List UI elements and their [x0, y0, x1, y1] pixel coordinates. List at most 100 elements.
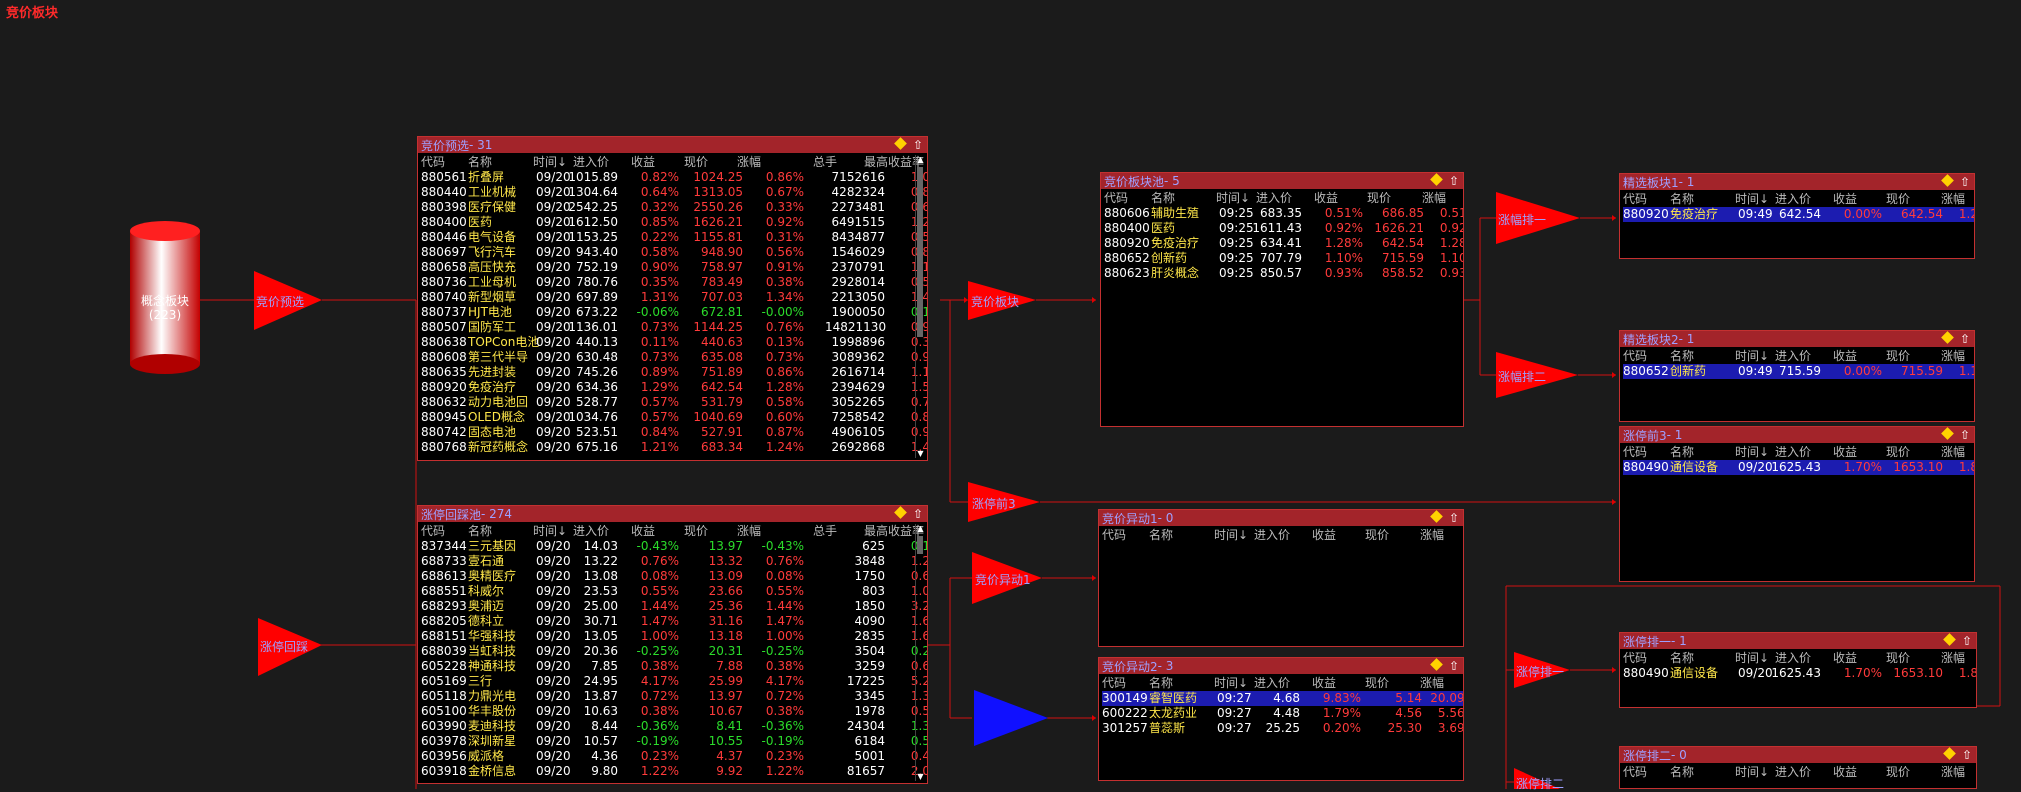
- table-row[interactable]: 880697 飞行汽车 09/20 943.40 0.58% 948.90 0.56% 154…: [421, 245, 927, 260]
- table-row[interactable]: 603956威派格09/204.360.23%4.370.23%50010.46…: [421, 749, 927, 764]
- column-header[interactable]: 名称: [1670, 765, 1694, 780]
- column-header[interactable]: 名称: [1670, 651, 1694, 666]
- scroll-up-icon[interactable]: ▲: [916, 524, 925, 533]
- column-header[interactable]: 涨幅: [737, 524, 761, 539]
- panel-ztfp[interactable]: 涨停回踩池 - 274 ⇧ 代码 名称 时间↓ 进入价 收益 现价 涨幅 总手 最高收益率 83734…: [417, 505, 928, 784]
- column-header[interactable]: 收益: [1833, 445, 1857, 460]
- pin-icon[interactable]: ⇧: [913, 506, 923, 522]
- column-header[interactable]: 总手: [813, 524, 837, 539]
- column-header[interactable]: 涨幅: [1941, 349, 1965, 364]
- column-header[interactable]: 名称: [1151, 191, 1175, 206]
- table-row[interactable]: 880606辅助生殖09:25683.350.51%686.850.51%: [1104, 206, 1463, 221]
- column-header[interactable]: 收益: [1833, 765, 1857, 780]
- table-row[interactable]: 603918 金桥信息 09/20 9.80 1.22% 9.92 1.22% 81657 2.…: [421, 764, 927, 779]
- table-row[interactable]: 301257普蕊斯09:2725.250.20%25.303.69%: [1102, 721, 1463, 736]
- table-row[interactable]: 605228神通科技09/207.850.38%7.880.38%32590.6…: [421, 659, 927, 674]
- table-row[interactable]: 880652创新药09:49715.590.00%715.591.10%: [1623, 364, 1974, 379]
- table-row[interactable]: 880400 医药 09/20 1612.50 0.85% 1626.21 0.92% 649…: [421, 215, 927, 230]
- column-header[interactable]: 现价: [1367, 191, 1391, 206]
- column-header[interactable]: 涨幅: [1422, 191, 1446, 206]
- table-row[interactable]: 880398 医疗保健 09/20 2542.25 0.32% 2550.26 0.33% 2…: [421, 200, 927, 215]
- column-header[interactable]: 涨幅: [1941, 445, 1965, 460]
- column-header[interactable]: 现价: [1886, 192, 1910, 207]
- table-row[interactable]: 605118 力鼎光电 09/20 13.87 0.72% 13.97 0.72% 3345 1…: [421, 689, 927, 704]
- table-row[interactable]: 880635 先进封装 09/20 745.26 0.89% 751.89 0.86% 261…: [421, 365, 927, 380]
- diamond-icon[interactable]: [1941, 174, 1954, 187]
- column-header[interactable]: 收益: [631, 524, 655, 539]
- column-header[interactable]: 进入价: [1775, 192, 1811, 207]
- table-row[interactable]: 880920免疫治疗09:25634.411.28%642.541.28%: [1104, 236, 1463, 251]
- pin-icon[interactable]: ⇧: [913, 137, 923, 153]
- table-row[interactable]: 605169 三行 09/20 24.95 4.17% 25.99 4.17% 17225 5.…: [421, 674, 927, 689]
- column-header[interactable]: 代码: [1623, 445, 1647, 460]
- column-header[interactable]: 涨幅: [1420, 676, 1444, 691]
- column-header[interactable]: 代码: [1623, 765, 1647, 780]
- pin-icon[interactable]: ⇧: [1962, 633, 1972, 649]
- table-row[interactable]: 688551科威尔09/2023.530.55%23.660.55%8031.0…: [421, 584, 927, 599]
- pin-icon[interactable]: ⇧: [1962, 747, 1972, 763]
- table-row[interactable]: 600222太龙药业09:274.481.79%4.565.56%: [1102, 706, 1463, 721]
- panel-zqs3[interactable]: 涨停前3 - 1 ⇧ 代码 名称 时间↓ 进入价 收益 现价 涨幅 880490 通信设备 09/20…: [1619, 426, 1975, 582]
- diamond-icon[interactable]: [1430, 173, 1443, 186]
- table-row[interactable]: 688733 壹石通 09/20 13.22 0.76% 13.32 0.76% 3848 1.…: [421, 554, 927, 569]
- table-row[interactable]: 880737 HJT电池 09/20 673.22 -0.06% 672.81 -0.00%…: [421, 305, 927, 320]
- column-header[interactable]: 进入价: [1254, 528, 1290, 543]
- column-header[interactable]: 代码: [421, 524, 445, 539]
- table-row[interactable]: 603978 深圳新星 09/20 10.57 -0.19% 10.55 -0.19% 618…: [421, 734, 927, 749]
- panel-jjyx[interactable]: 竞价预选 - 31 ⇧ 代码 名称 时间↓ 进入价 收益 现价 涨幅 总手 最高收益率 880561 折…: [417, 136, 928, 461]
- column-header[interactable]: 代码: [421, 155, 445, 170]
- panel-jjyd1[interactable]: 竞价异动1 - 0 ⇧ 代码 名称 时间↓ 进入价 收益 现价 涨幅: [1098, 509, 1464, 647]
- table-row[interactable]: 880446 电气设备 09/20 1153.25 0.22% 1155.81 0.31% 8…: [421, 230, 927, 245]
- diamond-icon[interactable]: [1430, 658, 1443, 671]
- column-header[interactable]: 名称: [1149, 528, 1173, 543]
- column-header[interactable]: 收益: [1833, 349, 1857, 364]
- table-row[interactable]: 880400医药09:251611.430.92%1626.210.92%: [1104, 221, 1463, 236]
- table-row[interactable]: 880490通信设备09/201625.431.70%1653.101.86%: [1623, 460, 1974, 475]
- table-row[interactable]: 880623肝炎概念09:25850.570.93%858.520.93%: [1104, 266, 1463, 281]
- column-header[interactable]: 进入价: [1254, 676, 1290, 691]
- scroll-down-icon[interactable]: ▼: [916, 772, 925, 781]
- pin-icon[interactable]: ⇧: [1960, 427, 1970, 443]
- column-header[interactable]: 名称: [468, 155, 492, 170]
- scroll-down-icon[interactable]: ▼: [916, 449, 925, 458]
- table-row[interactable]: 688151 华强科技 09/20 13.05 1.00% 13.18 1.00% 2835 1…: [421, 629, 927, 644]
- column-header[interactable]: 代码: [1623, 349, 1647, 364]
- scroll-up-icon[interactable]: ▲: [916, 155, 925, 164]
- column-header[interactable]: 名称: [1670, 349, 1694, 364]
- pin-icon[interactable]: ⇧: [1449, 173, 1459, 189]
- vertical-scrollbar[interactable]: ▲ ▼: [915, 524, 925, 781]
- table-row[interactable]: 880768 新冠药概念 09/20 675.16 1.21% 683.34 1.24% 26…: [421, 440, 927, 455]
- column-header[interactable]: 进入价: [573, 524, 609, 539]
- table-row[interactable]: 688039 当虹科技 09/20 20.36 -0.25% 20.31 -0.25% 350…: [421, 644, 927, 659]
- table-row[interactable]: 605100 华丰股份 09/20 10.63 0.38% 10.67 0.38% 1978 0…: [421, 704, 927, 719]
- scroll-thumb[interactable]: [917, 536, 923, 554]
- diamond-icon[interactable]: [894, 137, 907, 150]
- column-header[interactable]: 进入价: [1256, 191, 1292, 206]
- column-header[interactable]: 进入价: [1775, 651, 1811, 666]
- column-header[interactable]: 时间↓: [1735, 765, 1769, 780]
- column-header[interactable]: 现价: [1886, 445, 1910, 460]
- table-row[interactable]: 603990 麦迪科技 09/20 8.44 -0.36% 8.41 -0.36% 24304…: [421, 719, 927, 734]
- column-header[interactable]: 收益: [1312, 528, 1336, 543]
- table-row[interactable]: 688205 德科立 09/20 30.71 1.47% 31.16 1.47% 4090 1.…: [421, 614, 927, 629]
- column-header[interactable]: 收益: [1833, 651, 1857, 666]
- column-header[interactable]: 进入价: [1775, 445, 1811, 460]
- column-header[interactable]: 名称: [468, 524, 492, 539]
- table-row[interactable]: 880920免疫治疗09:49642.540.00%642.541.28%: [1623, 207, 1974, 222]
- table-row[interactable]: 880440 工业机械 09/20 1304.64 0.64% 1313.05 0.67% 4…: [421, 185, 927, 200]
- pin-icon[interactable]: ⇧: [1960, 174, 1970, 190]
- flow-triangle-blue[interactable]: [974, 690, 1048, 746]
- table-row[interactable]: 688293 奥浦迈 09/20 25.00 1.44% 25.36 1.44% 1850 3.…: [421, 599, 927, 614]
- column-header[interactable]: 涨幅: [1941, 651, 1965, 666]
- column-header[interactable]: 涨幅: [1420, 528, 1444, 543]
- column-header[interactable]: 代码: [1623, 651, 1647, 666]
- column-header[interactable]: 时间↓: [1735, 445, 1769, 460]
- diamond-icon[interactable]: [1430, 510, 1443, 523]
- panel-jx2[interactable]: 精选板块2 - 1 ⇧ 代码 名称 时间↓ 进入价 收益 现价 涨幅 880652 创新药 09:49…: [1619, 330, 1975, 422]
- panel-jjyd2[interactable]: 竞价异动2 - 3 ⇧ 代码 名称 时间↓ 进入价 收益 现价 涨幅 300149 睿智医药 09:2…: [1098, 657, 1464, 781]
- column-header[interactable]: 名称: [1670, 192, 1694, 207]
- table-row[interactable]: 880490通信设备09/201625.431.70%1653.101.86%: [1623, 666, 1976, 681]
- diamond-icon[interactable]: [1943, 633, 1956, 646]
- column-header[interactable]: 时间↓: [1216, 191, 1250, 206]
- table-row[interactable]: 880740 新型烟草 09/20 697.89 1.31% 707.03 1.34% 221…: [421, 290, 927, 305]
